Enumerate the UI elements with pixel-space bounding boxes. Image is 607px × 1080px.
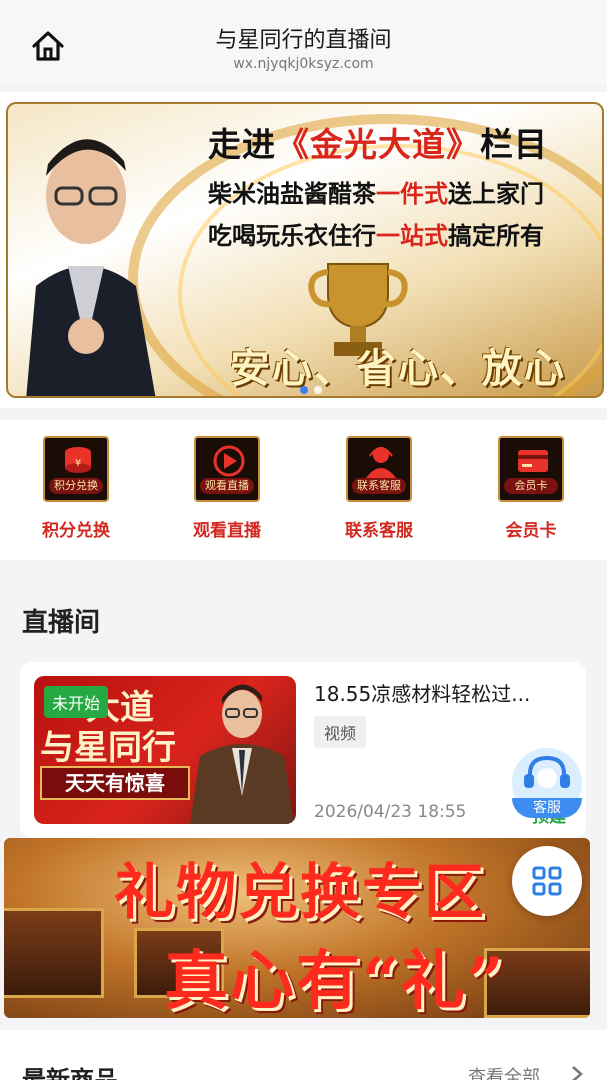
status-badge: 未开始	[44, 686, 109, 718]
live-title[interactable]: 18.55凉感材料轻松过...	[314, 678, 564, 707]
service-label: 客服	[512, 798, 582, 818]
quick-item-label: 积分兑换	[42, 521, 110, 541]
live-date: 2026/04/23 18:55	[314, 802, 467, 822]
quick-item-watch-live[interactable]: 观看直播 观看直播	[167, 436, 287, 541]
see-all-link[interactable]: 查看全部	[468, 1063, 540, 1080]
quick-item-label: 会员卡	[505, 521, 557, 541]
gift-banner-line-1: 礼物兑换专区	[114, 858, 486, 928]
hero-slogan: 安心、省心、放心	[230, 345, 566, 392]
svg-text:¥: ¥	[75, 458, 81, 469]
customer-service-button[interactable]: 客服	[512, 748, 582, 818]
host-portrait	[26, 139, 156, 396]
live-tag: 视频	[314, 716, 367, 748]
page-url: wx.njyqkj0ksyz.com	[233, 56, 374, 72]
section-title-products: 最新商品	[22, 1066, 118, 1080]
quick-item-member-card[interactable]: 会员卡 会员卡	[471, 436, 591, 541]
hero-line-1: 走进《金光大道》栏目	[208, 125, 548, 164]
gift-box-decor	[4, 908, 104, 998]
live-room-card[interactable]: 大道 与星同行 天天有惊喜 未开始 18.55凉感材料轻松过... 视频 202…	[20, 662, 586, 838]
quick-item-label: 观看直播	[193, 521, 261, 541]
quick-item-points-exchange[interactable]: ¥ 积分兑换 积分兑换	[16, 436, 136, 541]
card-icon: 会员卡	[498, 436, 564, 502]
gift-exchange-banner[interactable]: 礼物兑换专区 真心有“礼”	[4, 838, 590, 1018]
gift-banner-line-2: 真心有“礼”	[164, 944, 506, 1018]
carousel-dot[interactable]	[314, 386, 322, 394]
support-agent-icon: 联系客服	[346, 436, 412, 502]
carousel-dot[interactable]	[300, 386, 308, 394]
quick-item-label: 联系客服	[345, 521, 413, 541]
chevron-right-icon[interactable]	[570, 1064, 584, 1080]
hero-carousel[interactable]: 走进《金光大道》栏目 柴米油盐酱醋茶一件式送上家门 吃喝玩乐衣住行一站式搞定所有…	[0, 92, 607, 408]
thumb-text: 与星同行	[40, 728, 176, 768]
section-title-live: 直播间	[22, 608, 101, 638]
grid-menu-button[interactable]	[512, 846, 582, 916]
hero-banner-image[interactable]: 走进《金光大道》栏目 柴米油盐酱醋茶一件式送上家门 吃喝玩乐衣住行一站式搞定所有…	[6, 102, 604, 398]
page-title: 与星同行的直播间	[215, 28, 392, 53]
play-icon: 观看直播	[194, 436, 260, 502]
hero-line-3: 吃喝玩乐衣住行一站式搞定所有	[208, 222, 544, 250]
quick-item-contact-support[interactable]: 联系客服 联系客服	[319, 436, 439, 541]
headset-icon	[524, 755, 570, 788]
grid-icon	[532, 866, 562, 896]
thumb-text: 天天有惊喜	[40, 766, 190, 800]
quick-menu: ¥ 积分兑换 积分兑换 观看直播 观看直播 联系客服 联系客服 会员卡 会员卡	[0, 420, 607, 560]
top-bar: 与星同行的直播间 wx.njyqkj0ksyz.com	[0, 0, 607, 84]
coins-icon: ¥ 积分兑换	[43, 436, 109, 502]
products-section: 最新商品 查看全部	[0, 1030, 607, 1080]
hero-line-2: 柴米油盐酱醋茶一件式送上家门	[208, 180, 544, 208]
host-portrait	[190, 684, 294, 824]
live-thumbnail[interactable]: 大道 与星同行 天天有惊喜 未开始	[34, 676, 296, 824]
